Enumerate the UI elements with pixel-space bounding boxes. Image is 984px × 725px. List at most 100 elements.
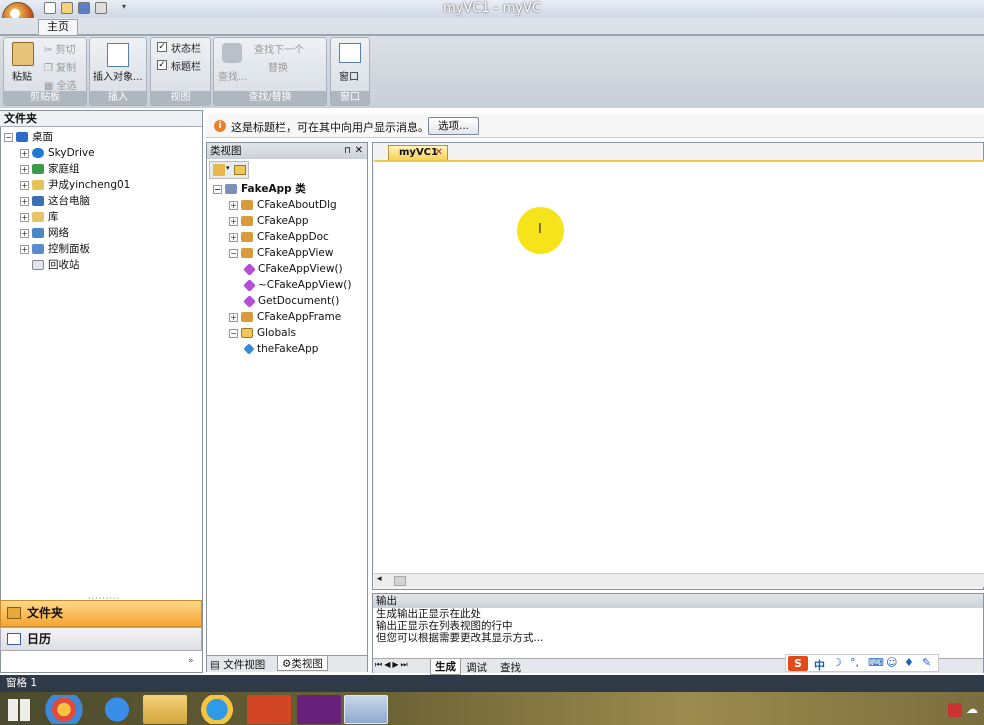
expand-icon[interactable]: +: [229, 216, 238, 226]
method-item[interactable]: GetDocument(): [213, 293, 367, 309]
moon-icon[interactable]: ☽: [832, 656, 842, 669]
tray-app-icon[interactable]: [948, 703, 962, 717]
homegroup-icon: [32, 164, 44, 174]
class-view-tabs: ▤ 文件视图 ⚙类视图: [207, 655, 367, 672]
expand-icon[interactable]: +: [20, 244, 29, 254]
class-item[interactable]: + CFakeAboutDlg: [213, 197, 367, 213]
user-icon[interactable]: ☺: [886, 656, 897, 669]
sort-icon[interactable]: [213, 164, 225, 176]
find-next-button[interactable]: 查找下一个: [254, 41, 304, 56]
new-folder-icon[interactable]: [234, 165, 246, 175]
document-view[interactable]: [374, 160, 984, 573]
tree-item-desktop[interactable]: − 桌面: [4, 129, 200, 145]
status-bar-label: 状态栏: [171, 44, 201, 55]
tree-item-this-pc[interactable]: + 这台电脑: [4, 193, 200, 209]
tree-item-network[interactable]: + 网络: [4, 225, 200, 241]
expand-icon[interactable]: +: [20, 148, 29, 158]
method-item[interactable]: ~CFakeAppView(): [213, 277, 367, 293]
punctuation-icon[interactable]: °,: [850, 656, 859, 669]
expand-icon[interactable]: +: [229, 232, 238, 242]
nav-configure-icon[interactable]: »: [188, 656, 194, 666]
keyboard-icon[interactable]: ⌨: [868, 656, 884, 669]
taskbar-powerpoint-icon[interactable]: [247, 695, 291, 724]
collapse-icon[interactable]: −: [213, 184, 222, 194]
close-tab-icon[interactable]: ✕: [435, 146, 443, 160]
taskbar-visual-studio-icon[interactable]: [297, 695, 341, 724]
tree-root-fakeapp[interactable]: − FakeApp 类: [213, 181, 367, 197]
select-all-button[interactable]: ▦ 全选: [44, 77, 77, 92]
output-nav-arrows-icon[interactable]: ⏮◀▶⏭: [375, 660, 410, 670]
nav-folders-button[interactable]: 文件夹: [0, 600, 202, 627]
window-button[interactable]: 窗口: [339, 68, 359, 83]
tree-item-skydrive[interactable]: + SkyDrive: [4, 145, 200, 161]
tree-item-recycle-bin[interactable]: 回收站: [4, 257, 200, 273]
class-item[interactable]: + CFakeAppFrame: [213, 309, 367, 325]
replace-button[interactable]: 替换: [268, 59, 288, 74]
view-group: ✓ 状态栏 ✓ 标题栏 视图: [150, 37, 211, 106]
expand-icon[interactable]: +: [229, 312, 238, 322]
variable-item[interactable]: theFakeApp: [213, 341, 367, 357]
class-item[interactable]: − CFakeAppView: [213, 245, 367, 261]
sogou-icon[interactable]: S: [788, 656, 808, 671]
expand-icon[interactable]: +: [20, 164, 29, 174]
close-icon[interactable]: ✕: [355, 143, 363, 159]
expand-icon[interactable]: +: [20, 228, 29, 238]
tree-item-control-panel[interactable]: + 控制面板: [4, 241, 200, 257]
insert-object-button[interactable]: 插入对象...: [93, 68, 143, 83]
paste-button[interactable]: 粘贴: [12, 68, 32, 83]
output-header: 输出: [373, 594, 983, 608]
collapse-icon[interactable]: −: [229, 248, 238, 258]
class-tree: − FakeApp 类 + CFakeAboutDlg + CFakeApp + CFa…: [213, 181, 367, 357]
horizontal-scrollbar[interactable]: ◂: [374, 573, 984, 587]
expand-icon[interactable]: +: [20, 212, 29, 222]
cut-button[interactable]: ✂ 剪切: [44, 41, 76, 56]
nav-calendar-button[interactable]: 日历: [0, 627, 202, 651]
document-tab[interactable]: myVC1 ✕: [388, 145, 448, 160]
expand-icon[interactable]: +: [20, 196, 29, 206]
taskbar-internet-explorer-icon[interactable]: [95, 695, 139, 724]
quick-access-dropdown-icon[interactable]: ▾: [122, 2, 126, 11]
class-item[interactable]: + CFakeAppDoc: [213, 229, 367, 245]
new-file-icon[interactable]: [44, 2, 56, 14]
expand-icon[interactable]: +: [229, 200, 238, 210]
output-tab-debug[interactable]: 调试: [466, 660, 487, 675]
taskbar-app-pinwheel-icon[interactable]: [42, 695, 86, 724]
options-button[interactable]: 选项...: [428, 117, 479, 135]
class-view-toolbar: ▾: [209, 161, 249, 179]
print-icon[interactable]: [95, 2, 107, 14]
tab-file-view[interactable]: ▤ 文件视图: [210, 657, 265, 672]
status-bar-checkbox[interactable]: ✓: [157, 42, 167, 52]
skin-icon[interactable]: ♦: [904, 656, 914, 669]
class-view-icon: ⚙: [282, 658, 292, 670]
start-windows-icon[interactable]: [8, 699, 30, 721]
save-icon[interactable]: [78, 2, 90, 14]
scroll-thumb[interactable]: [394, 576, 406, 586]
title-bar-checkbox[interactable]: ✓: [157, 60, 167, 70]
tray-cloud-icon[interactable]: ☁: [966, 702, 978, 716]
taskbar-file-explorer-icon[interactable]: [143, 695, 187, 724]
collapse-icon[interactable]: −: [229, 328, 238, 338]
tab-home[interactable]: 主页: [38, 19, 78, 35]
tree-item-user[interactable]: + 尹成yincheng01: [4, 177, 200, 193]
copy-button[interactable]: ❐ 复制: [44, 59, 76, 74]
open-folder-icon[interactable]: [61, 2, 73, 14]
method-item[interactable]: CFakeAppView(): [213, 261, 367, 277]
taskbar-app-icon[interactable]: [195, 695, 239, 724]
tree-item-homegroup[interactable]: + 家庭组: [4, 161, 200, 177]
expand-icon[interactable]: +: [20, 180, 29, 190]
collapse-icon[interactable]: −: [4, 132, 13, 142]
globals-item[interactable]: − Globals: [213, 325, 367, 341]
output-tab-build[interactable]: 生成: [430, 659, 461, 675]
scroll-left-icon[interactable]: ◂: [377, 574, 382, 584]
output-tab-find[interactable]: 查找: [500, 660, 521, 675]
find-button[interactable]: 查找...: [218, 68, 248, 83]
class-item[interactable]: + CFakeApp: [213, 213, 367, 229]
settings-wrench-icon[interactable]: ✎: [922, 656, 931, 669]
ime-language[interactable]: 中: [814, 657, 825, 673]
taskbar-myvc-icon[interactable]: [344, 695, 388, 724]
pin-icon[interactable]: ⊓: [344, 143, 351, 159]
ime-toolbar: S 中 ☽ °, ⌨ ☺ ♦ ✎: [785, 654, 939, 672]
tree-item-libraries[interactable]: + 库: [4, 209, 200, 225]
tab-class-view[interactable]: ⚙类视图: [277, 656, 328, 671]
dropdown-icon[interactable]: ▾: [226, 164, 230, 172]
